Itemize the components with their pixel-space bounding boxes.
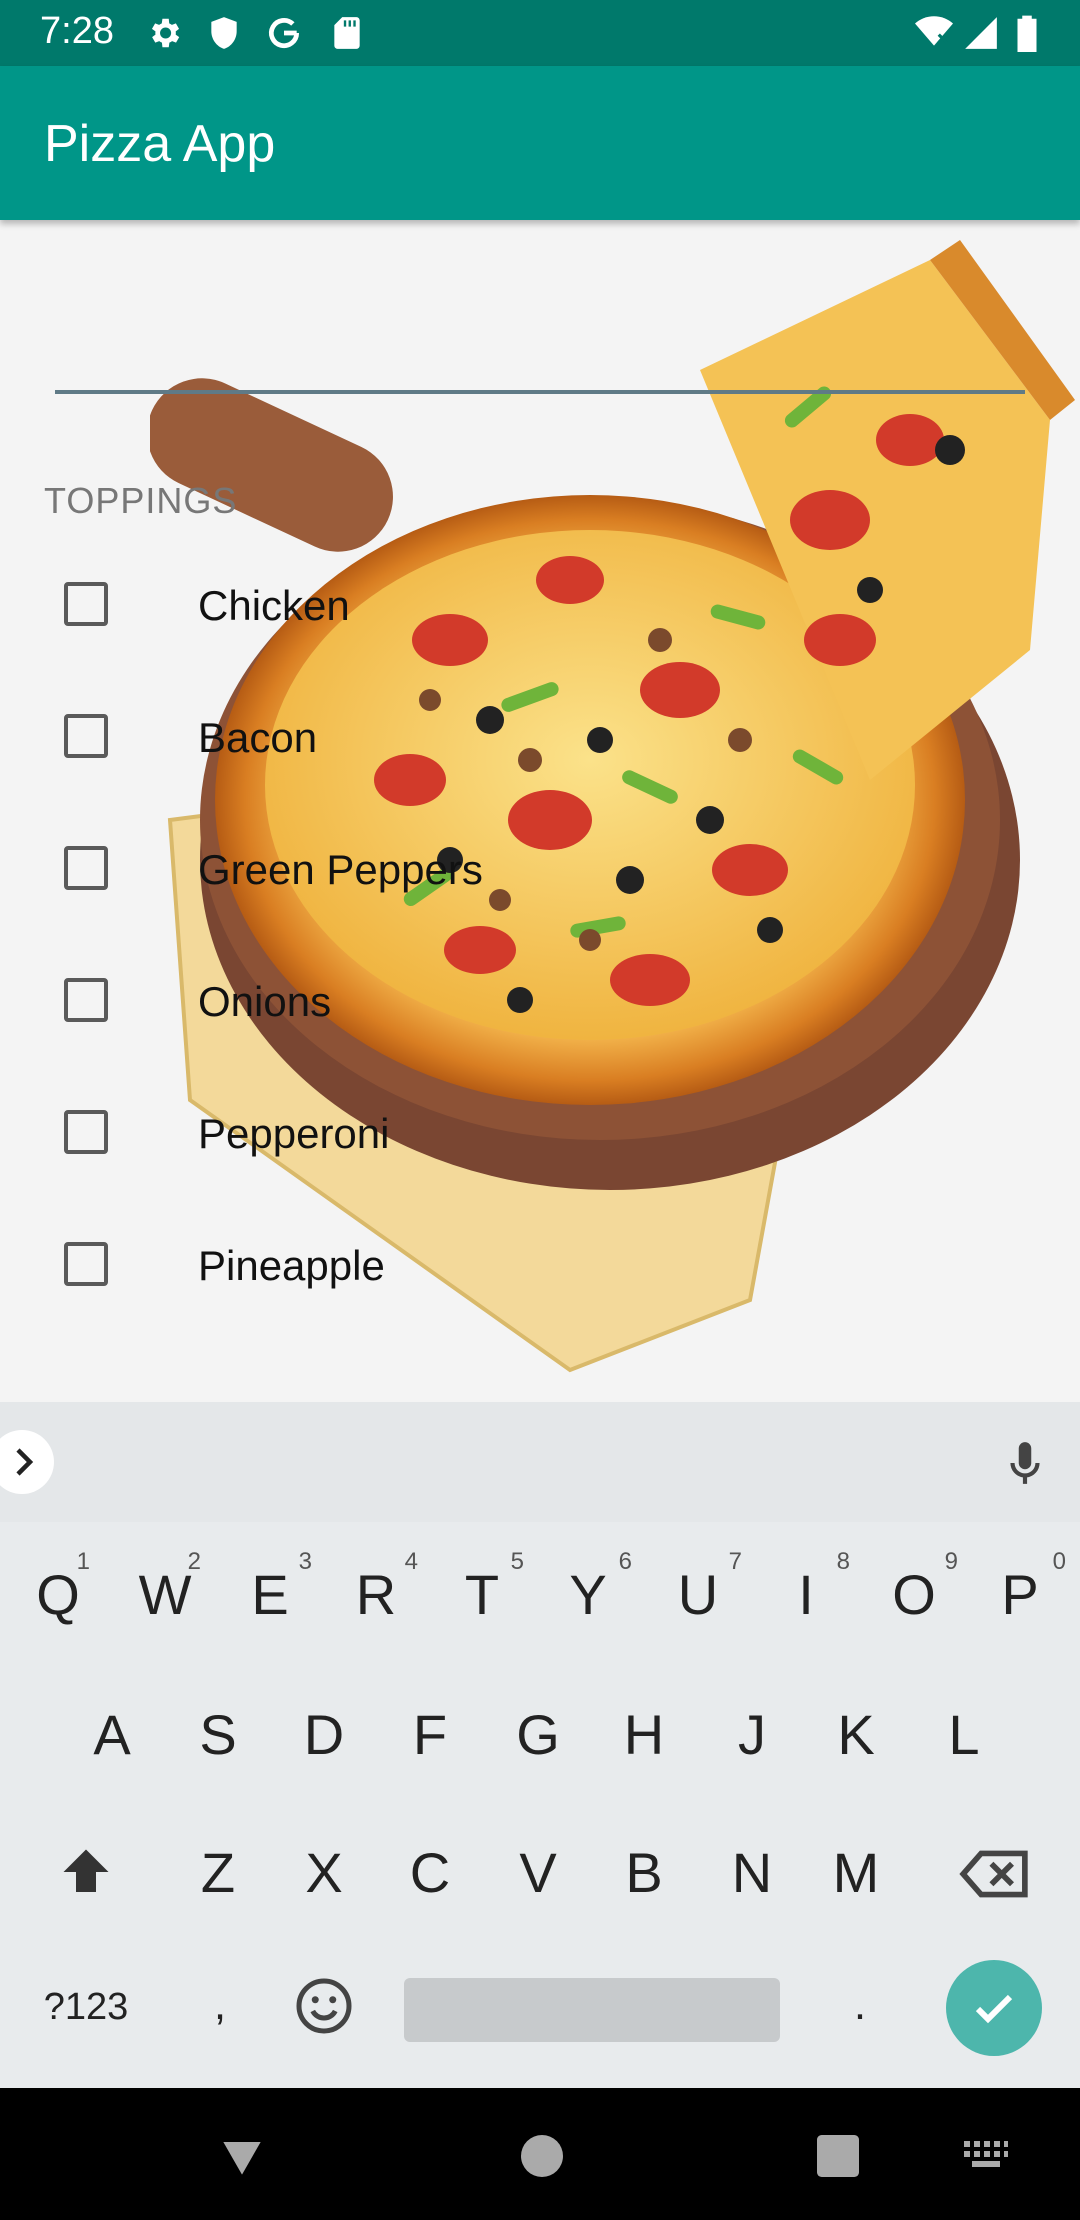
key-j[interactable]: J bbox=[722, 1702, 782, 1767]
chevron-right-icon bbox=[16, 1448, 34, 1476]
key-e[interactable]: E3 bbox=[240, 1548, 312, 1627]
topping-row-chicken[interactable]: Chicken bbox=[0, 542, 1080, 674]
key-label: I bbox=[798, 1563, 814, 1626]
checkbox-green-peppers[interactable] bbox=[64, 846, 108, 890]
app-bar: Pizza App bbox=[0, 66, 1080, 220]
key-label: Q bbox=[36, 1563, 80, 1626]
shift-icon[interactable] bbox=[56, 1842, 116, 1902]
signal-icon bbox=[965, 17, 997, 49]
key-hint: 0 bbox=[1052, 1548, 1066, 1575]
key-v[interactable]: V bbox=[508, 1840, 568, 1905]
key-label: P bbox=[1001, 1563, 1039, 1626]
key-p[interactable]: P0 bbox=[990, 1548, 1066, 1627]
key-r[interactable]: R4 bbox=[346, 1548, 418, 1627]
key-k[interactable]: K bbox=[826, 1702, 886, 1767]
key-label: Y bbox=[569, 1563, 607, 1626]
key-o[interactable]: O9 bbox=[884, 1548, 958, 1627]
topping-label: Bacon bbox=[198, 714, 318, 761]
key-y[interactable]: Y6 bbox=[558, 1548, 632, 1627]
soft-keyboard: Q1 W2 E3 R4 T5 Y6 U7 I8 O9 P0 A S D F G … bbox=[0, 1402, 1080, 2088]
key-c[interactable]: C bbox=[400, 1840, 460, 1905]
toppings-section-label: TOPPINGS bbox=[44, 480, 238, 521]
key-label: O bbox=[892, 1563, 936, 1626]
checkbox-chicken[interactable] bbox=[64, 582, 108, 626]
key-h[interactable]: H bbox=[614, 1702, 674, 1767]
key-x[interactable]: X bbox=[294, 1840, 354, 1905]
suggestion-strip bbox=[0, 1402, 1080, 1522]
main-content: TOPPINGS Chicken Bacon Green Peppers Oni… bbox=[0, 220, 1080, 1402]
checkbox-onions[interactable] bbox=[64, 978, 108, 1022]
key-label: W bbox=[138, 1563, 192, 1626]
shield-icon bbox=[211, 17, 237, 49]
settings-icon bbox=[151, 18, 180, 48]
topping-row-green-peppers[interactable]: Green Peppers bbox=[0, 806, 1080, 938]
topping-row-bacon[interactable]: Bacon bbox=[0, 674, 1080, 806]
key-hint: 5 bbox=[510, 1548, 524, 1575]
key-d[interactable]: D bbox=[294, 1702, 354, 1767]
topping-label: Pepperoni bbox=[198, 1110, 390, 1157]
navigation-bar bbox=[0, 2088, 1080, 2220]
comma-key[interactable]: , bbox=[190, 1980, 250, 2030]
key-s[interactable]: S bbox=[188, 1702, 248, 1767]
sd-card-icon bbox=[334, 17, 360, 49]
key-hint: 1 bbox=[76, 1548, 90, 1575]
expand-toolbar-button[interactable] bbox=[0, 1430, 54, 1494]
key-label: E bbox=[251, 1563, 289, 1626]
key-t[interactable]: T5 bbox=[452, 1548, 524, 1627]
spacebar[interactable] bbox=[404, 1978, 780, 2042]
microphone-icon[interactable] bbox=[1000, 1438, 1050, 1488]
key-hint: 7 bbox=[728, 1548, 742, 1575]
key-n[interactable]: N bbox=[722, 1840, 782, 1905]
key-hint: 3 bbox=[298, 1548, 312, 1575]
checkbox-pepperoni[interactable] bbox=[64, 1110, 108, 1154]
key-w[interactable]: W2 bbox=[135, 1548, 201, 1627]
key-hint: 9 bbox=[944, 1548, 958, 1575]
key-hint: 8 bbox=[836, 1548, 850, 1575]
battery-icon bbox=[1017, 15, 1037, 52]
symbols-key[interactable]: ?123 bbox=[36, 1986, 136, 2029]
key-hint: 6 bbox=[618, 1548, 632, 1575]
wifi-icon bbox=[915, 16, 953, 46]
google-icon bbox=[268, 18, 300, 49]
keyboard-switch-icon[interactable] bbox=[962, 2138, 1010, 2172]
key-b[interactable]: B bbox=[614, 1840, 674, 1905]
status-bar: 7:28 bbox=[0, 0, 1080, 66]
checkbox-bacon[interactable] bbox=[64, 714, 108, 758]
topping-label: Chicken bbox=[198, 582, 350, 629]
home-icon[interactable] bbox=[514, 2128, 570, 2184]
topping-row-pepperoni[interactable]: Pepperoni bbox=[0, 1070, 1080, 1202]
key-z[interactable]: Z bbox=[188, 1840, 248, 1905]
app-title: Pizza App bbox=[44, 115, 276, 173]
name-input[interactable] bbox=[55, 330, 1025, 394]
key-label: U bbox=[677, 1563, 719, 1626]
key-i[interactable]: I8 bbox=[776, 1548, 850, 1627]
topping-row-pineapple[interactable]: Pineapple bbox=[0, 1202, 1080, 1334]
key-f[interactable]: F bbox=[400, 1702, 460, 1767]
key-g[interactable]: G bbox=[508, 1702, 568, 1767]
key-q[interactable]: Q1 bbox=[28, 1548, 90, 1627]
recents-icon[interactable] bbox=[810, 2128, 866, 2184]
key-label: T bbox=[464, 1563, 500, 1626]
enter-button[interactable] bbox=[946, 1960, 1042, 2056]
check-icon bbox=[975, 1994, 1013, 2024]
period-key[interactable]: . bbox=[830, 1980, 890, 2030]
key-m[interactable]: M bbox=[826, 1840, 886, 1905]
emoji-icon[interactable] bbox=[294, 1976, 354, 2036]
key-l[interactable]: L bbox=[934, 1702, 994, 1767]
topping-label: Green Peppers bbox=[198, 846, 483, 893]
backspace-icon[interactable] bbox=[958, 1848, 1030, 1900]
status-time: 7:28 bbox=[40, 10, 114, 52]
key-hint: 2 bbox=[187, 1548, 201, 1575]
topping-label: Pineapple bbox=[198, 1242, 385, 1289]
key-hint: 4 bbox=[404, 1548, 418, 1575]
checkbox-pineapple[interactable] bbox=[64, 1242, 108, 1286]
key-label: R bbox=[355, 1563, 397, 1626]
topping-label: Onions bbox=[198, 978, 332, 1025]
topping-row-onions[interactable]: Onions bbox=[0, 938, 1080, 1070]
back-icon[interactable] bbox=[214, 2128, 270, 2184]
key-a[interactable]: A bbox=[82, 1702, 142, 1767]
key-u[interactable]: U7 bbox=[668, 1548, 742, 1627]
